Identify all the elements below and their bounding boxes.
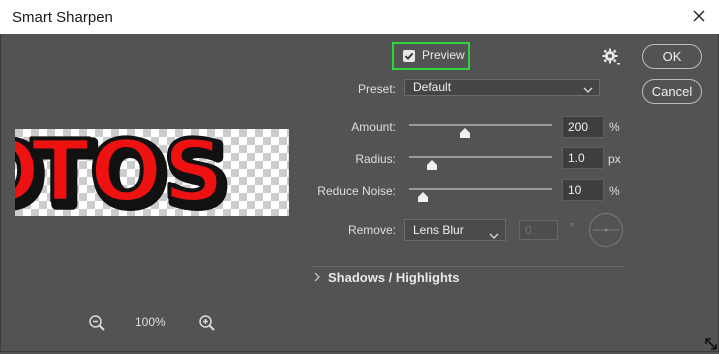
cancel-button[interactable]: Cancel — [642, 79, 702, 104]
preset-label: Preset: — [357, 82, 396, 96]
radius-unit: px — [608, 152, 621, 166]
preview-checkbox[interactable] — [403, 50, 415, 62]
amount-slider-track[interactable] — [409, 124, 552, 126]
angle-dial[interactable] — [588, 212, 624, 248]
amount-unit: % — [609, 120, 620, 134]
amount-slider-thumb[interactable] — [459, 127, 470, 138]
preset-value: Default — [413, 80, 452, 94]
chevron-down-icon — [489, 226, 499, 246]
zoom-level: 100% — [135, 315, 166, 329]
remove-value: Lens Blur — [413, 223, 464, 237]
angle-input[interactable]: 0 — [519, 220, 558, 240]
preset-select[interactable]: Default — [404, 79, 600, 96]
zoom-out-icon[interactable] — [88, 314, 106, 332]
amount-input[interactable]: 200 — [562, 116, 604, 138]
section-divider — [312, 266, 624, 267]
svg-text:I: I — [283, 129, 289, 216]
zoom-in-icon[interactable] — [198, 314, 216, 332]
resize-grip-icon[interactable] — [704, 337, 718, 351]
radius-input[interactable]: 1.0 — [562, 147, 604, 169]
remove-select[interactable]: Lens Blur — [404, 219, 506, 241]
shadows-highlights-toggle[interactable]: Shadows / Highlights — [328, 270, 459, 285]
radius-slider-track[interactable] — [409, 156, 552, 158]
ok-button[interactable]: OK — [642, 44, 702, 69]
preview-text: TOS — [31, 129, 225, 216]
preview-label[interactable]: Preview — [422, 48, 465, 62]
remove-label: Remove: — [347, 223, 396, 237]
gear-icon[interactable] — [601, 47, 621, 67]
preview-image[interactable]: O O I I TOS TOS — [15, 129, 289, 216]
chevron-down-icon — [583, 83, 593, 98]
radius-label: Radius: — [355, 152, 396, 166]
reduce-noise-slider-track[interactable] — [409, 188, 552, 190]
window-title: Smart Sharpen — [12, 9, 113, 26]
reduce-noise-input[interactable]: 10 — [562, 179, 604, 201]
chevron-right-icon[interactable] — [312, 271, 322, 283]
reduce-noise-slider-thumb[interactable] — [418, 191, 429, 202]
reduce-noise-label: Reduce Noise: — [317, 184, 396, 198]
radius-slider-thumb[interactable] — [426, 159, 437, 170]
angle-unit: ° — [570, 220, 575, 234]
amount-label: Amount: — [351, 120, 396, 134]
reduce-noise-unit: % — [609, 184, 620, 198]
close-icon[interactable] — [690, 7, 708, 25]
